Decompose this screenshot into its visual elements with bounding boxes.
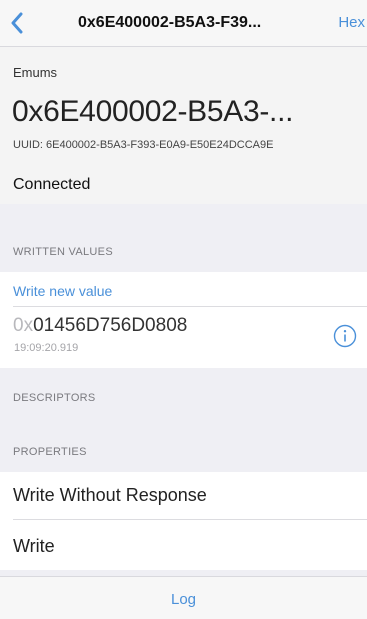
bottom-toolbar: Log — [0, 576, 367, 619]
divider — [13, 306, 367, 307]
property-item: Write Without Response — [13, 485, 207, 505]
info-circle-icon — [333, 324, 357, 348]
hex-prefix: 0x — [13, 315, 34, 336]
hex-button[interactable]: Hex — [338, 0, 365, 46]
uuid-text: UUID: 6E400002-B5A3-F393-E0A9-E50E24DCCA… — [13, 139, 274, 151]
log-button[interactable]: Log — [0, 577, 367, 619]
section-header-properties: PROPERTIES — [13, 446, 87, 458]
characteristic-header: Emums 0x6E400002-B5A3-... UUID: 6E400002… — [0, 47, 367, 204]
section-header-written-values: WRITTEN VALUES — [13, 246, 113, 258]
property-item: Write — [13, 536, 55, 556]
connection-status: Connected — [13, 176, 91, 193]
properties-group: Write Without Response Write — [0, 472, 367, 570]
characteristic-title: 0x6E400002-B5A3-... — [12, 95, 294, 128]
characteristic-screen: 0x6E400002-B5A3-F39... Hex Emums 0x6E400… — [0, 0, 367, 619]
written-timestamp: 19:09:20.919 — [14, 342, 79, 354]
written-values-group: Write new value 0x01456D756D0808 19:09:2… — [0, 272, 367, 368]
nav-title: 0x6E400002-B5A3-F39... — [78, 14, 262, 31]
write-new-value-button[interactable]: Write new value — [13, 283, 112, 299]
written-value: 0x01456D756D0808 — [13, 315, 187, 337]
section-header-descriptors: DESCRIPTORS — [13, 392, 96, 404]
navigation-bar: 0x6E400002-B5A3-F39... Hex — [0, 0, 367, 47]
info-button[interactable] — [333, 324, 357, 348]
peripheral-name: Emums — [13, 65, 58, 80]
back-button[interactable] — [0, 0, 34, 46]
chevron-left-icon — [11, 12, 23, 34]
hex-value: 01456D756D0808 — [33, 315, 188, 336]
divider — [13, 519, 367, 520]
